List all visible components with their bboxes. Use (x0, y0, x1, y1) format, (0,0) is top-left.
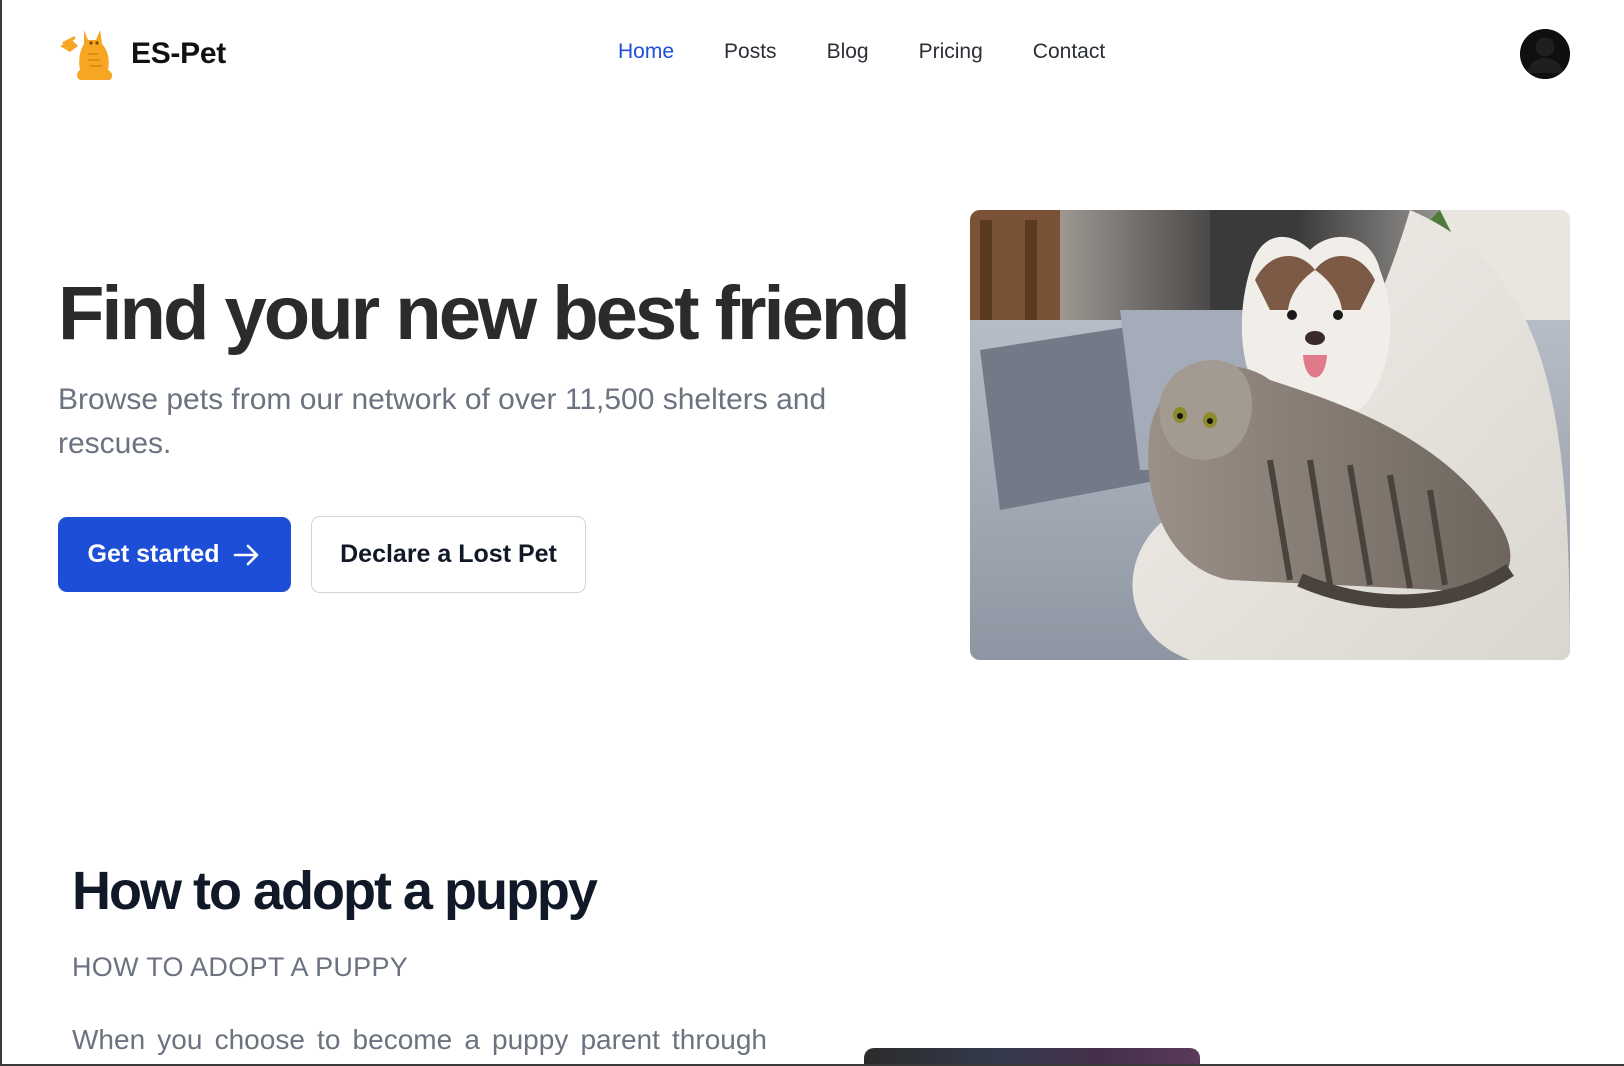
arrow-right-icon (234, 544, 259, 565)
get-started-label: Get started (87, 540, 220, 568)
brand[interactable]: ES-Pet (58, 26, 226, 82)
nav-home[interactable]: Home (618, 40, 674, 64)
adopt-section-body: When you choose to become a puppy parent… (72, 1024, 767, 1055)
hero-subtitle: Browse pets from our network of over 11,… (58, 383, 827, 460)
hero-photo (970, 210, 1570, 660)
nav-blog[interactable]: Blog (827, 40, 869, 64)
adopt-section-subtitle: HOW TO ADOPT A PUPPY (72, 952, 409, 982)
user-avatar[interactable] (1520, 29, 1570, 79)
adopt-section-photo (864, 1048, 1200, 1064)
page-frame: ES-Pet Home Posts Blog Pricing Contact F… (0, 0, 1624, 1066)
brand-name: ES-Pet (131, 37, 226, 70)
declare-lost-pet-button[interactable]: Declare a Lost Pet (311, 516, 586, 593)
nav-contact[interactable]: Contact (1033, 40, 1105, 64)
main-nav: Home Posts Blog Pricing Contact (618, 40, 1105, 64)
adopt-section-title: How to adopt a puppy (72, 861, 598, 921)
hero-title: Find your new best friend (58, 271, 911, 356)
cat-and-dog-photo (970, 210, 1570, 660)
get-started-button[interactable]: Get started (58, 517, 291, 592)
nav-pricing[interactable]: Pricing (919, 40, 983, 64)
user-avatar-icon (1520, 29, 1570, 79)
cat-logo-icon (60, 30, 113, 80)
nav-posts[interactable]: Posts (724, 40, 777, 64)
site-header: ES-Pet Home Posts Blog Pricing Contact (2, 0, 1624, 110)
